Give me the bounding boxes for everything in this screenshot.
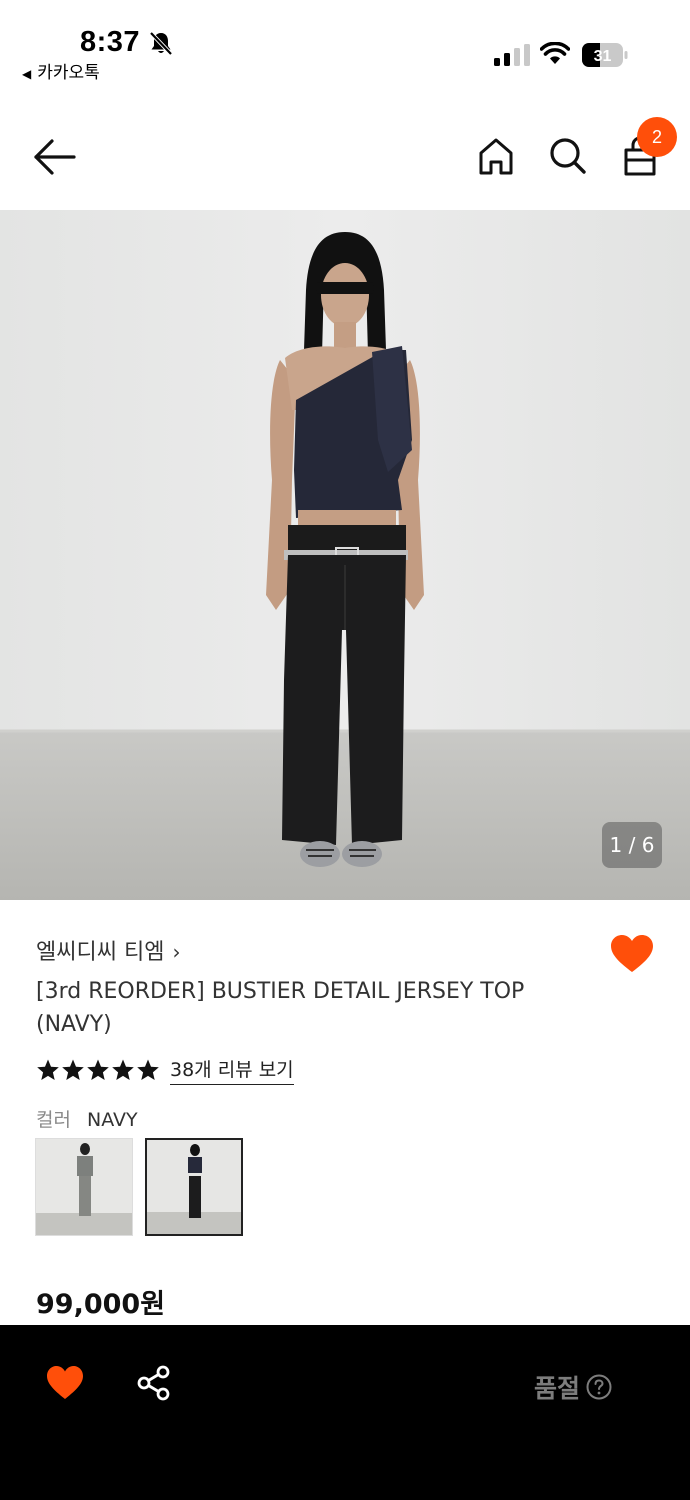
bell-slash-icon — [149, 31, 173, 56]
brand-link[interactable]: 엘씨디씨 티엠 › — [36, 934, 180, 966]
wifi-icon — [540, 42, 570, 64]
search-icon[interactable] — [548, 136, 588, 176]
status-bar: 8:37 ◀ 카카오톡 31 — [0, 0, 690, 100]
battery-level: 31 — [594, 48, 612, 65]
product-photo — [0, 210, 690, 900]
swatch-thumbnail — [147, 1140, 241, 1234]
image-counter: 1 / 6 — [602, 822, 662, 868]
battery-icon: 31 — [582, 43, 628, 67]
color-swatch-navy[interactable] — [145, 1138, 243, 1236]
back-triangle-icon: ◀ — [22, 67, 32, 81]
brand-name: 엘씨디씨 티엠 — [36, 940, 165, 965]
star-icon — [37, 1059, 59, 1080]
help-icon[interactable] — [586, 1374, 612, 1400]
cart-count-badge: 2 — [637, 117, 677, 157]
star-icon — [87, 1059, 109, 1080]
soldout-status: 품절 — [534, 1369, 612, 1405]
product-price: 99,000원 — [36, 1289, 166, 1320]
color-swatch-other[interactable] — [35, 1138, 133, 1236]
color-label: 컬러 — [36, 1109, 71, 1131]
chevron-right-icon: › — [172, 940, 181, 964]
signal-icon — [494, 44, 530, 66]
back-to-app-link[interactable]: ◀ 카카오톡 — [22, 58, 100, 83]
share-icon[interactable] — [136, 1365, 172, 1401]
status-time: 8:37 — [80, 26, 141, 58]
swatch-thumbnail — [36, 1139, 132, 1235]
product-image[interactable]: 1 / 6 — [0, 210, 690, 900]
top-nav — [0, 100, 690, 210]
bottom-action-bar: 품절 — [0, 1325, 690, 1500]
review-link[interactable]: 38개 리뷰 보기 — [170, 1055, 294, 1085]
star-icon — [112, 1059, 134, 1080]
color-row: 컬러 NAVY — [36, 1105, 138, 1132]
soldout-label: 품절 — [534, 1374, 581, 1403]
color-value: NAVY — [87, 1109, 138, 1131]
rating-row: 38개 리뷰 보기 — [36, 1055, 294, 1085]
wishlist-heart-icon[interactable] — [610, 934, 654, 974]
back-arrow-icon[interactable] — [30, 136, 80, 178]
heart-icon[interactable] — [46, 1365, 84, 1401]
star-icon — [137, 1059, 159, 1080]
product-title: [3rd REORDER] BUSTIER DETAIL JERSEY TOP … — [36, 979, 525, 1037]
rating-stars — [36, 1058, 160, 1082]
home-icon[interactable] — [476, 136, 516, 176]
star-icon — [62, 1059, 84, 1080]
back-app-label: 카카오톡 — [37, 63, 100, 83]
